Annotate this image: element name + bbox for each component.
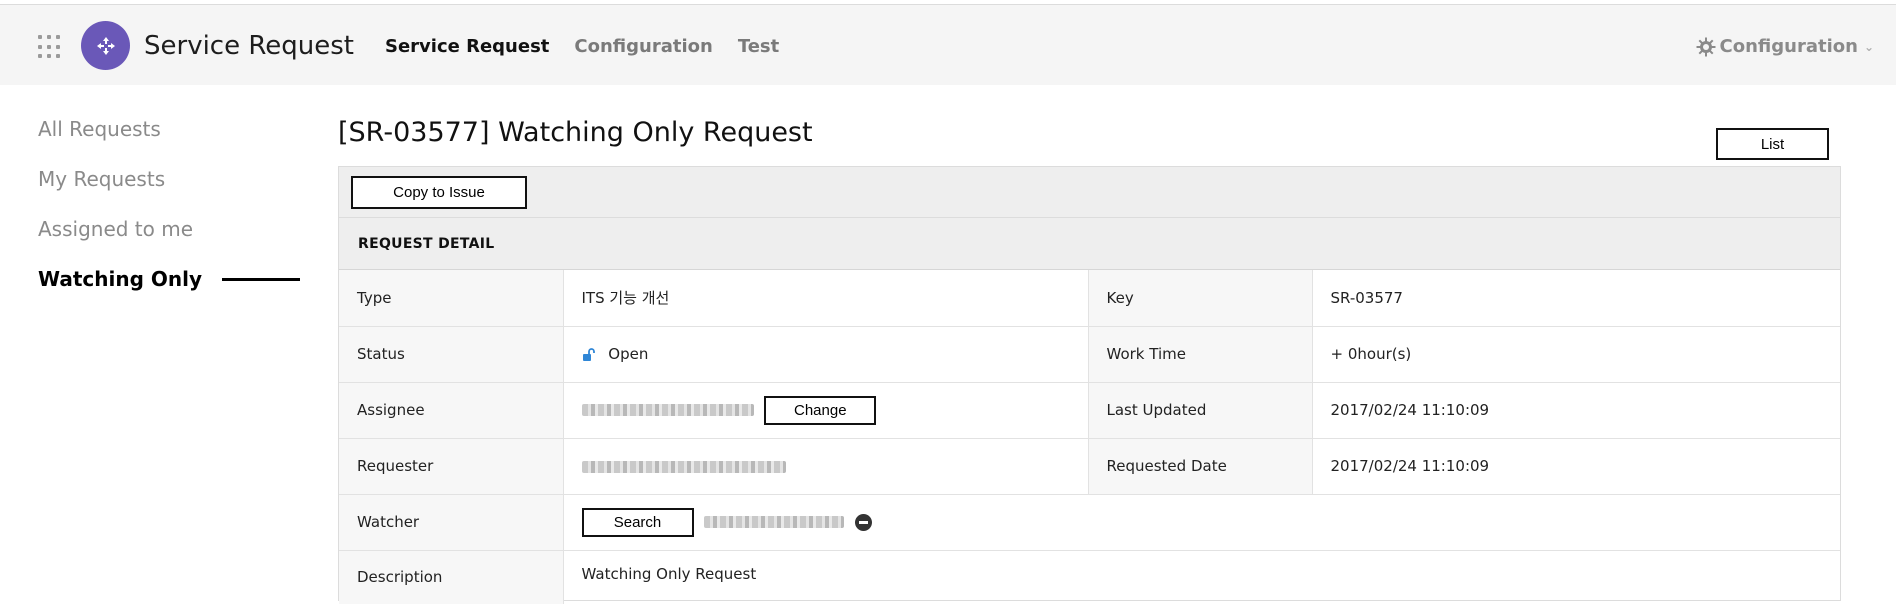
gear-icon xyxy=(1696,37,1716,56)
sidebar-item-assigned-to-me[interactable]: Assigned to me xyxy=(38,215,300,265)
table-row: Status Open Work Time + 0hour(s) xyxy=(339,326,1840,383)
watcher-name-redacted xyxy=(704,516,845,528)
work-time-value: + 0hour(s) xyxy=(1312,326,1840,383)
table-row: Assignee Change Last Updated 2017/02/24 … xyxy=(339,382,1840,439)
sidebar-item-my-requests[interactable]: My Requests xyxy=(38,165,300,215)
sidebar-item-all-requests[interactable]: All Requests xyxy=(38,115,300,165)
requester-label: Requester xyxy=(339,438,564,495)
requester-cell xyxy=(563,438,1089,495)
search-watcher-button[interactable]: Search xyxy=(581,507,694,537)
last-updated-value: 2017/02/24 11:10:09 xyxy=(1312,382,1840,439)
table-row: Requester Requested Date 2017/02/24 11:1… xyxy=(339,438,1840,495)
app-title: Service Request xyxy=(144,31,354,61)
sidebar-item-watching-only[interactable]: Watching Only xyxy=(38,265,300,315)
copy-to-issue-button[interactable]: Copy to Issue xyxy=(351,176,527,209)
active-indicator xyxy=(222,278,300,281)
status-cell: Open xyxy=(563,326,1089,383)
watcher-label: Watcher xyxy=(339,494,564,551)
detail-table: Type ITS 기능 개선 Key SR-03577 Status Open … xyxy=(339,270,1840,604)
list-button[interactable]: List xyxy=(1716,128,1829,160)
table-row: Description Watching Only Request xyxy=(339,550,1840,604)
sidebar-item-label: Watching Only xyxy=(38,267,203,291)
requested-date-value: 2017/02/24 11:10:09 xyxy=(1312,438,1840,495)
page-title: [SR-03577] Watching Only Request xyxy=(338,117,813,148)
top-bar: Service Request Service Request Configur… xyxy=(0,4,1896,85)
chevron-down-icon: ⌄ xyxy=(1863,39,1874,54)
type-value: ITS 기능 개선 xyxy=(563,270,1089,327)
description-label: Description xyxy=(339,550,564,604)
work-time-label: Work Time xyxy=(1088,326,1313,383)
top-nav: Service Request Configuration Test xyxy=(385,36,779,57)
requester-name-redacted xyxy=(581,460,786,473)
status-value: Open xyxy=(608,345,649,363)
remove-watcher-icon[interactable] xyxy=(855,513,873,531)
type-label: Type xyxy=(339,270,564,327)
status-label: Status xyxy=(339,326,564,383)
sidebar: All Requests My Requests Assigned to me … xyxy=(38,115,300,315)
key-label: Key xyxy=(1088,270,1313,327)
app-launcher-icon[interactable] xyxy=(38,35,62,59)
configuration-menu-label: Configuration xyxy=(1719,36,1858,57)
description-value: Watching Only Request xyxy=(581,564,757,583)
nav-configuration[interactable]: Configuration xyxy=(574,36,712,57)
table-row: Type ITS 기능 개선 Key SR-03577 xyxy=(339,270,1840,327)
watcher-cell: Search xyxy=(563,494,1840,551)
requested-date-label: Requested Date xyxy=(1088,438,1313,495)
arrows-in-icon xyxy=(96,36,115,55)
nav-service-request[interactable]: Service Request xyxy=(385,36,549,57)
nav-test[interactable]: Test xyxy=(738,36,779,57)
panel-toolbar: Copy to Issue xyxy=(339,167,1840,218)
key-value: SR-03577 xyxy=(1312,270,1840,327)
app-logo xyxy=(81,21,130,70)
assignee-cell: Change xyxy=(563,382,1089,439)
request-detail-panel: Copy to Issue REQUEST DETAIL Type ITS 기능… xyxy=(338,166,1841,604)
section-title: REQUEST DETAIL xyxy=(339,218,1840,270)
table-row: Watcher Search xyxy=(339,494,1840,551)
assignee-label: Assignee xyxy=(339,382,564,439)
change-assignee-button[interactable]: Change xyxy=(764,395,877,425)
assignee-name-redacted xyxy=(581,404,754,416)
last-updated-label: Last Updated xyxy=(1088,382,1313,439)
unlock-icon xyxy=(582,347,595,361)
configuration-menu[interactable]: Configuration ⌄ xyxy=(1696,36,1874,57)
